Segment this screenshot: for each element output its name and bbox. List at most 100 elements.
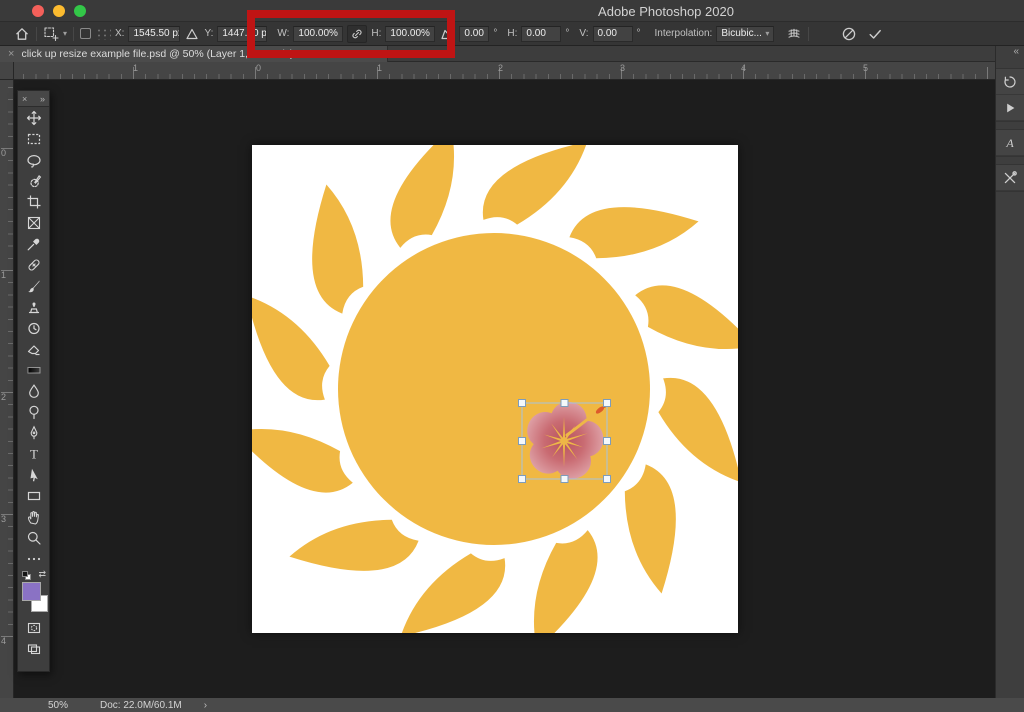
path-selection-icon	[26, 467, 42, 483]
zoom-level-field[interactable]: 50%	[48, 700, 68, 711]
cancel-transform-icon[interactable]	[841, 26, 857, 42]
hand-tool[interactable]	[18, 506, 49, 527]
width-scale-value: 100.00%	[298, 28, 338, 39]
blur-tool[interactable]	[18, 380, 49, 401]
zoom-window-button[interactable]	[74, 5, 86, 17]
eyedropper-tool[interactable]	[18, 233, 49, 254]
quick-mask-button[interactable]	[18, 617, 49, 638]
character-panel-icon	[1002, 135, 1018, 151]
path-selection-tool[interactable]	[18, 464, 49, 485]
minimize-window-button[interactable]	[53, 5, 65, 17]
expand-panels-icon[interactable]: «	[996, 46, 1024, 61]
document-size-status[interactable]: Doc: 22.0M/60.1M ›	[100, 700, 207, 711]
separator	[36, 26, 37, 41]
home-icon[interactable]	[14, 26, 30, 42]
delta-icon[interactable]	[184, 26, 200, 42]
height-scale-value: 100.00%	[390, 28, 430, 39]
work-area	[14, 80, 995, 698]
close-window-button[interactable]	[32, 5, 44, 17]
rectangular-marquee-tool[interactable]	[18, 128, 49, 149]
crop-tool[interactable]	[18, 191, 49, 212]
document-tab[interactable]: × click up resize example file.psd @ 50%…	[0, 46, 388, 62]
interpolation-select[interactable]: Bicubic... ▾	[716, 25, 775, 42]
screen-mode-button[interactable]	[18, 638, 49, 659]
actions-panel-icon	[1002, 100, 1018, 116]
transform-handle-bottom-center[interactable]	[560, 475, 569, 483]
x-position-value: 1545.50 px	[133, 28, 181, 39]
rotation-input[interactable]: 0.00	[459, 25, 490, 42]
eraser-tool[interactable]	[18, 338, 49, 359]
close-tab-icon[interactable]: ×	[8, 48, 14, 60]
screen-mode-icon	[26, 641, 42, 657]
quick-selection-tool[interactable]	[18, 170, 49, 191]
pen-tool[interactable]	[18, 422, 49, 443]
close-panel-icon[interactable]: ×	[22, 94, 27, 104]
zoom-tool[interactable]	[18, 527, 49, 548]
history-panel-icon	[1002, 74, 1018, 90]
dodge-tool[interactable]	[18, 401, 49, 422]
move-icon	[26, 110, 42, 126]
transform-handle-top-left[interactable]	[518, 399, 526, 407]
lasso-icon	[26, 152, 42, 168]
tool-presets-panel-button[interactable]	[996, 165, 1024, 191]
reference-point-grid-icon[interactable]	[95, 27, 112, 40]
top-ruler-mark: 0	[256, 63, 262, 73]
tools-panel-header: × »	[18, 91, 49, 107]
panel-group	[996, 129, 1024, 157]
edit-toolbar-button[interactable]	[18, 548, 49, 569]
clone-stamp-tool[interactable]	[18, 296, 49, 317]
character-panel-button[interactable]	[996, 130, 1024, 156]
healing-brush-tool[interactable]	[18, 254, 49, 275]
height-scale-input[interactable]: 100.00%	[385, 25, 436, 42]
transform-tool-icon[interactable]	[43, 26, 59, 42]
history-brush-tool[interactable]	[18, 317, 49, 338]
history-panel-button[interactable]	[996, 69, 1024, 95]
commit-transform-icon[interactable]	[867, 26, 883, 42]
left-ruler-mark: 3	[1, 514, 7, 524]
x-position-input[interactable]: 1545.50 px	[128, 25, 181, 42]
expand-panel-icon[interactable]: »	[40, 94, 45, 104]
default-colors-icon[interactable]	[22, 571, 32, 581]
transform-handle-top-right[interactable]	[603, 399, 611, 407]
v-skew-value: 0.00	[597, 28, 617, 39]
left-ruler[interactable]: 0 1 2 3 4	[0, 80, 14, 698]
rectangle-shape-tool[interactable]	[18, 485, 49, 506]
rectangle-shape-icon	[26, 488, 42, 504]
interpolation-label: Interpolation:	[654, 28, 713, 39]
h-skew-input[interactable]: 0.00	[521, 25, 562, 42]
width-scale-input[interactable]: 100.00%	[293, 25, 344, 42]
top-ruler[interactable]: 1 0 1 2 3 4 5	[14, 62, 995, 80]
ruler-corner	[0, 62, 14, 80]
tab-bar: × click up resize example file.psd @ 50%…	[0, 46, 1024, 62]
transform-handle-middle-right[interactable]	[603, 437, 611, 445]
top-ruler-mark: 4	[741, 63, 747, 73]
foreground-color-swatch[interactable]	[22, 582, 41, 601]
frame-tool[interactable]	[18, 212, 49, 233]
top-ruler-mark: 1	[133, 63, 139, 73]
document-title: click up resize example file.psd @ 50% (…	[21, 48, 294, 60]
brush-tool[interactable]	[18, 275, 49, 296]
lasso-tool[interactable]	[18, 149, 49, 170]
transform-handle-bottom-left[interactable]	[518, 475, 526, 483]
maintain-aspect-ratio-button[interactable]	[347, 24, 368, 43]
v-skew-input[interactable]: 0.00	[592, 25, 633, 42]
transform-handle-middle-left[interactable]	[518, 437, 526, 445]
gradient-tool[interactable]	[18, 359, 49, 380]
tools-panel: × » ⇄	[17, 90, 50, 672]
title-bar: Adobe Photoshop 2020	[0, 0, 1024, 22]
document-canvas[interactable]	[233, 128, 755, 650]
actions-panel-button[interactable]	[996, 95, 1024, 121]
move-tool[interactable]	[18, 107, 49, 128]
photoshop-window: Adobe Photoshop 2020 ▾ X: 1545.50 px Y: …	[0, 0, 1024, 712]
y-position-input[interactable]: 1447.50 px	[217, 25, 268, 42]
transform-handle-bottom-right[interactable]	[603, 475, 611, 483]
warp-mode-icon[interactable]	[786, 26, 802, 42]
ellipsis-icon	[26, 551, 42, 567]
swap-colors-icon[interactable]: ⇄	[38, 569, 46, 580]
reference-point-checkbox[interactable]	[80, 28, 92, 39]
transform-handle-top-center[interactable]	[560, 399, 569, 407]
chevron-down-icon[interactable]: ▾	[63, 29, 67, 38]
type-tool[interactable]	[18, 443, 49, 464]
degree-symbol: °	[493, 28, 498, 39]
x-label: X:	[115, 28, 125, 39]
